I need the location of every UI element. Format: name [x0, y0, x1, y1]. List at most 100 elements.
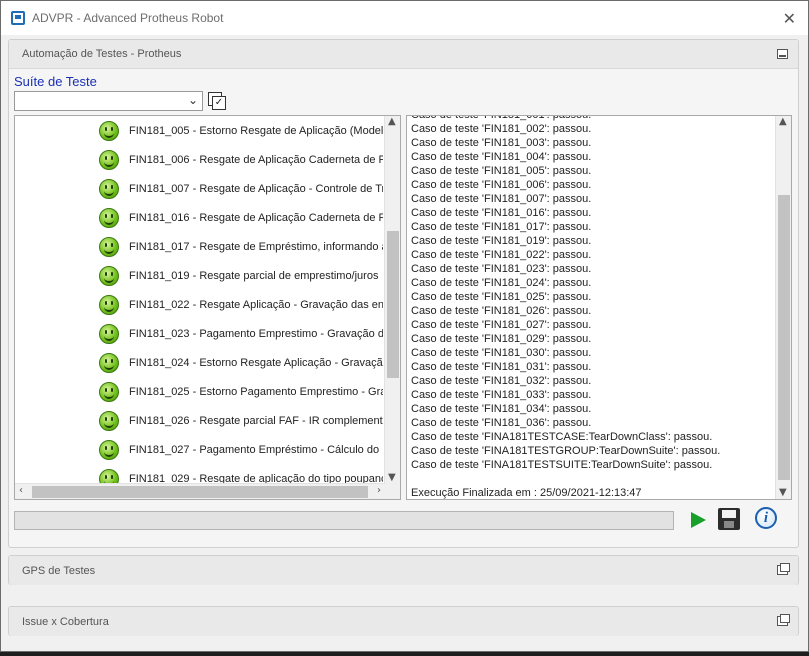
log-line: Caso de teste 'FINA181TESTCASE:TearDownC…	[411, 431, 713, 443]
restore-icon[interactable]	[777, 563, 790, 575]
tree-item-label: FIN181_023 - Pagamento Emprestimo - Grav…	[129, 327, 383, 340]
log-line: Caso de teste 'FIN181_029': passou.	[411, 333, 592, 345]
save-button[interactable]	[718, 508, 740, 530]
log-line: Caso de teste 'FIN181_004': passou.	[411, 151, 592, 163]
close-icon[interactable]: ✕	[783, 9, 796, 28]
tree-item-label: FIN181_007 - Resgate de Aplicação - Cont…	[129, 182, 383, 195]
pass-status-icon	[99, 265, 119, 286]
tree-item-label: FIN181_025 - Estorno Pagamento Emprestim…	[129, 385, 383, 398]
pass-status-icon	[99, 207, 119, 228]
app-window: ADVPR - Advanced Protheus Robot ✕ Automa…	[0, 0, 809, 652]
log-line: Caso de teste 'FIN181_002': passou.	[411, 123, 592, 135]
log-line: Caso de teste 'FIN181_033': passou.	[411, 389, 592, 401]
title-bar: ADVPR - Advanced Protheus Robot ✕	[1, 1, 808, 35]
log-line: Caso de teste 'FIN181_030': passou.	[411, 347, 592, 359]
info-icon: i	[763, 510, 769, 526]
tree-item[interactable]: FIN181_016 - Resgate de Aplicação Cadern…	[99, 203, 383, 232]
log-line: Caso de teste 'FINA181TESTGROUP:TearDown…	[411, 445, 721, 457]
minimize-icon[interactable]	[777, 49, 788, 59]
pass-status-icon	[99, 120, 119, 141]
log-lines: Caso de teste 'FIN181_001': passou. Caso …	[411, 115, 721, 499]
log-line: Caso de teste 'FIN181_006': passou.	[411, 179, 592, 191]
select-suite-button[interactable]: ✓	[207, 91, 228, 111]
tree-item-label: FIN181_016 - Resgate de Aplicação Cadern…	[129, 211, 383, 224]
tree-item-label: FIN181_022 - Resgate Aplicação - Gravaçã…	[129, 298, 383, 311]
log-line: Caso de teste 'FIN181_024': passou.	[411, 277, 592, 289]
suite-select[interactable]: ⌄	[14, 91, 203, 111]
log-line: Caso de teste 'FIN181_031': passou.	[411, 361, 592, 373]
tree-item[interactable]: FIN181_025 - Estorno Pagamento Emprestim…	[99, 377, 383, 406]
tree-item[interactable]: FIN181_027 - Pagamento Empréstimo - Cálc…	[99, 435, 383, 464]
tree-item-label: FIN181_019 - Resgate parcial de empresti…	[129, 269, 379, 282]
log-line: Caso de teste 'FIN181_001': passou.	[411, 115, 592, 121]
tree-item-label: FIN181_027 - Pagamento Empréstimo - Cálc…	[129, 443, 383, 456]
pass-status-icon	[99, 410, 119, 431]
restore-icon[interactable]	[777, 614, 790, 626]
pass-status-icon	[99, 381, 119, 402]
scroll-left-icon[interactable]: ‹	[19, 485, 23, 496]
tree-item[interactable]: FIN181_007 - Resgate de Aplicação - Cont…	[99, 174, 383, 203]
info-button[interactable]: i	[755, 507, 777, 529]
progress-bar	[14, 511, 674, 530]
chevron-down-icon: ⌄	[187, 93, 198, 107]
check-icon: ✓	[212, 96, 226, 110]
pass-status-icon	[99, 352, 119, 373]
tree-item[interactable]: FIN181_024 - Estorno Resgate Aplicação -…	[99, 348, 383, 377]
tree-item[interactable]: FIN181_023 - Pagamento Emprestimo - Grav…	[99, 319, 383, 348]
play-icon	[691, 512, 706, 528]
log-line: Caso de teste 'FIN181_025': passou.	[411, 291, 592, 303]
log-line: Caso de teste 'FIN181_027': passou.	[411, 319, 592, 331]
log-line: Caso de teste 'FIN181_036': passou.	[411, 417, 592, 429]
tree-vscroll-thumb[interactable]	[387, 231, 399, 378]
suite-label: Suíte de Teste	[14, 74, 97, 89]
tree-item[interactable]: FIN181_026 - Resgate parcial FAF - IR co…	[99, 406, 383, 435]
log-line: Caso de teste 'FIN181_034': passou.	[411, 403, 592, 415]
window-title: ADVPR - Advanced Protheus Robot	[32, 11, 224, 25]
log-line: Caso de teste 'FIN181_032': passou.	[411, 375, 592, 387]
log-line: Caso de teste 'FINA181TESTSUITE:TearDown…	[411, 459, 713, 471]
save-icon	[722, 510, 736, 518]
tree-item-label: FIN181_017 - Resgate de Empréstimo, info…	[129, 240, 383, 253]
panel-gps-title: GPS de Testes	[22, 564, 96, 577]
panel-automacao-title: Automação de Testes - Protheus	[22, 48, 182, 60]
log-line: Caso de teste 'FIN181_019': passou.	[411, 235, 592, 247]
pass-status-icon	[99, 149, 119, 170]
tree-item[interactable]: FIN181_022 - Resgate Aplicação - Gravaçã…	[99, 290, 383, 319]
tree-item[interactable]: FIN181_005 - Estorno Resgate de Aplicaçã…	[99, 116, 383, 145]
scroll-right-icon[interactable]: ›	[377, 485, 381, 496]
test-tree[interactable]: FIN181_005 - Estorno Resgate de Aplicaçã…	[14, 115, 401, 500]
scroll-down-icon[interactable]: ▼	[388, 472, 396, 483]
scroll-up-icon[interactable]: ▲	[388, 116, 396, 127]
log-vertical-scrollbar[interactable]: ▲ ▼	[775, 116, 791, 499]
app-icon	[11, 11, 25, 25]
tree-item-label: FIN181_026 - Resgate parcial FAF - IR co…	[129, 414, 383, 427]
tree-item-label: FIN181_024 - Estorno Resgate Aplicação -…	[129, 356, 383, 369]
tree-hscroll-thumb[interactable]	[32, 486, 368, 498]
log-line: Caso de teste 'FIN181_022': passou.	[411, 249, 592, 261]
log-vscroll-thumb[interactable]	[778, 195, 790, 480]
panel-automacao-header[interactable]: Automação de Testes - Protheus	[9, 40, 798, 69]
scroll-up-icon[interactable]: ▲	[779, 116, 787, 127]
panel-gps-header[interactable]: GPS de Testes	[9, 556, 798, 585]
tree-item[interactable]: FIN181_006 - Resgate de Aplicação Cadern…	[99, 145, 383, 174]
tree-item[interactable]: FIN181_019 - Resgate parcial de empresti…	[99, 261, 383, 290]
panel-issue: Issue x Cobertura	[8, 606, 799, 636]
run-button[interactable]	[691, 509, 709, 531]
tree-item[interactable]: FIN181_017 - Resgate de Empréstimo, info…	[99, 232, 383, 261]
log-line: Caso de teste 'FIN181_007': passou.	[411, 193, 592, 205]
tree-item-label: FIN181_006 - Resgate de Aplicação Cadern…	[129, 153, 383, 166]
tree-vertical-scrollbar[interactable]: ▲ ▼	[384, 116, 400, 499]
pass-status-icon	[99, 439, 119, 460]
log-line: Caso de teste 'FIN181_026': passou.	[411, 305, 592, 317]
tree-horizontal-scrollbar[interactable]: ‹ ›	[15, 483, 385, 499]
pass-status-icon	[99, 294, 119, 315]
save-icon-slot	[724, 521, 734, 528]
panel-issue-title: Issue x Cobertura	[22, 615, 109, 628]
scroll-down-icon[interactable]: ▼	[779, 487, 787, 498]
log-output[interactable]: Caso de teste 'FIN181_001': passou. Caso …	[406, 115, 792, 500]
log-line: Caso de teste 'FIN181_003': passou.	[411, 137, 592, 149]
log-line: Caso de teste 'FIN181_016': passou.	[411, 207, 592, 219]
panel-issue-header[interactable]: Issue x Cobertura	[9, 607, 798, 636]
log-line: Caso de teste 'FIN181_017': passou.	[411, 221, 592, 233]
